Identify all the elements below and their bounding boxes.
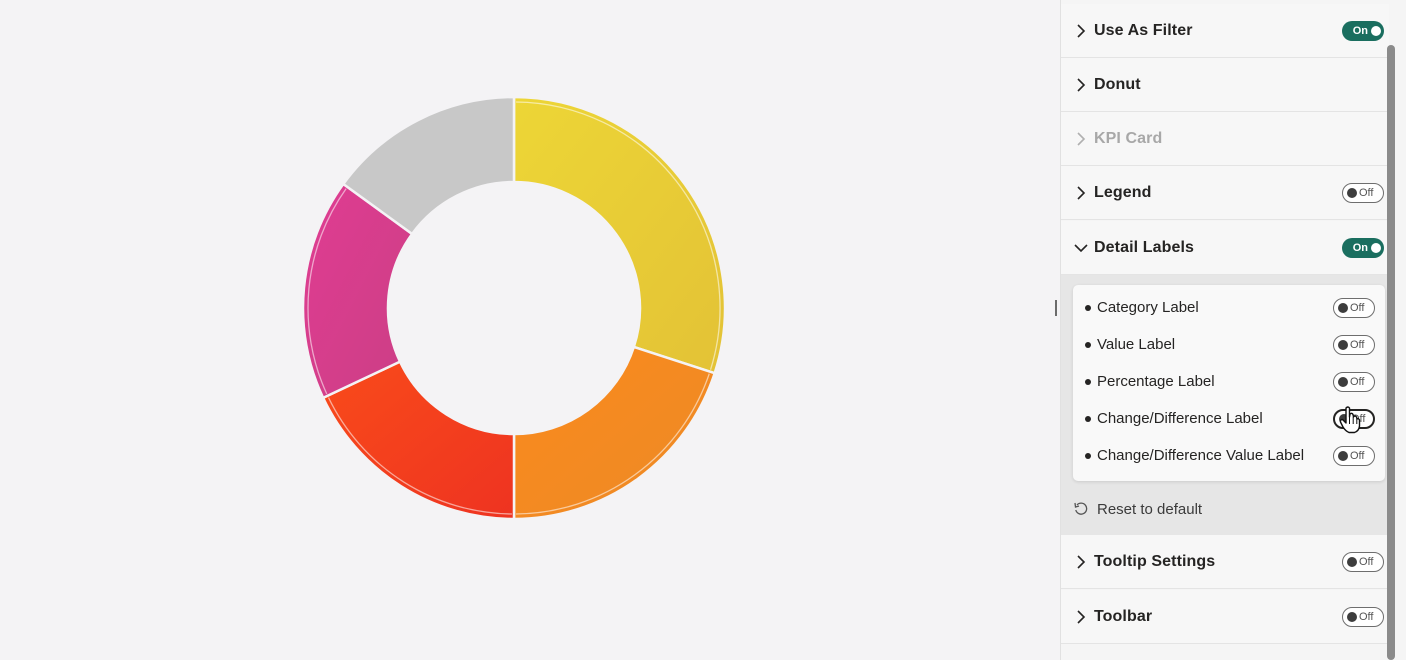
toggle-knob	[1371, 242, 1381, 253]
donut-chart[interactable]	[0, 0, 1058, 660]
chevron-right-icon	[1074, 77, 1088, 92]
bullet	[1085, 415, 1091, 422]
reset-icon	[1074, 502, 1088, 515]
chevron-right-icon	[1074, 185, 1088, 200]
section-title: Donut	[1094, 75, 1141, 93]
legend-toggle[interactable]: Off	[1342, 182, 1384, 203]
section-toolbar[interactable]: Toolbar Off	[1061, 590, 1389, 644]
value-label-row: Value Label Off	[1073, 326, 1385, 363]
section-title: Tooltip Settings	[1094, 552, 1216, 570]
toggle-knob	[1347, 187, 1357, 198]
detail-labels-card: Category Label Off Value Label Off Perce…	[1073, 285, 1385, 481]
toggle-knob	[1338, 450, 1348, 461]
format-pane: Use As Filter On Donut KPI Card Legend O…	[1060, 0, 1406, 660]
toggle-knob	[1371, 25, 1381, 36]
section-title: Detail Labels	[1094, 238, 1195, 256]
tooltip-settings-toggle[interactable]: Off	[1342, 551, 1384, 572]
chevron-right-icon	[1074, 131, 1088, 146]
bullet	[1085, 341, 1091, 348]
chevron-down-icon	[1074, 241, 1088, 255]
detail-labels-toggle[interactable]: On	[1342, 237, 1384, 258]
section-detail-labels[interactable]: Detail Labels On	[1061, 221, 1389, 275]
change-difference-value-label-row: Change/Difference Value Label Off	[1073, 437, 1385, 474]
visual-resize-handle[interactable]	[1055, 300, 1057, 316]
bullet	[1085, 378, 1091, 385]
section-title: Legend	[1094, 183, 1152, 201]
toggle-knob	[1338, 376, 1348, 387]
hand-cursor-icon	[1339, 406, 1361, 434]
change-difference-value-label-toggle[interactable]: Off	[1333, 445, 1375, 466]
section-title: Toolbar	[1094, 607, 1153, 625]
format-pane-scrollbar[interactable]	[1387, 45, 1395, 660]
donut-segment-1[interactable]	[512, 95, 727, 375]
toggle-knob	[1347, 611, 1357, 622]
toggle-knob	[1338, 339, 1348, 350]
toolbar-toggle[interactable]: Off	[1342, 606, 1384, 627]
report-canvas	[0, 0, 1058, 660]
chevron-right-icon	[1074, 554, 1088, 569]
section-kpi-card: KPI Card	[1061, 112, 1389, 166]
toggle-knob	[1347, 556, 1357, 567]
reset-label: Reset to default	[1097, 500, 1203, 518]
chevron-right-icon	[1074, 609, 1088, 624]
section-donut[interactable]: Donut	[1061, 58, 1389, 112]
reset-to-default-button[interactable]: Reset to default	[1073, 497, 1202, 521]
category-label-row: Category Label Off	[1073, 289, 1385, 326]
percentage-label-row: Percentage Label Off	[1073, 363, 1385, 400]
category-label-toggle[interactable]: Off	[1333, 297, 1375, 318]
donut-segment-2[interactable]	[512, 345, 717, 521]
detail-labels-body: Category Label Off Value Label Off Perce…	[1061, 275, 1389, 535]
use-as-filter-toggle[interactable]: On	[1342, 20, 1384, 41]
bullet	[1085, 304, 1091, 311]
section-tooltip-settings[interactable]: Tooltip Settings Off	[1061, 535, 1389, 589]
bullet	[1085, 452, 1091, 459]
section-use-as-filter[interactable]: Use As Filter On	[1061, 4, 1389, 58]
percentage-label-toggle[interactable]: Off	[1333, 371, 1375, 392]
value-label-toggle[interactable]: Off	[1333, 334, 1375, 355]
section-legend[interactable]: Legend Off	[1061, 166, 1389, 220]
chevron-right-icon	[1074, 23, 1088, 38]
section-title: Use As Filter	[1094, 21, 1193, 39]
toggle-knob	[1338, 302, 1348, 313]
section-title: KPI Card	[1094, 129, 1163, 147]
